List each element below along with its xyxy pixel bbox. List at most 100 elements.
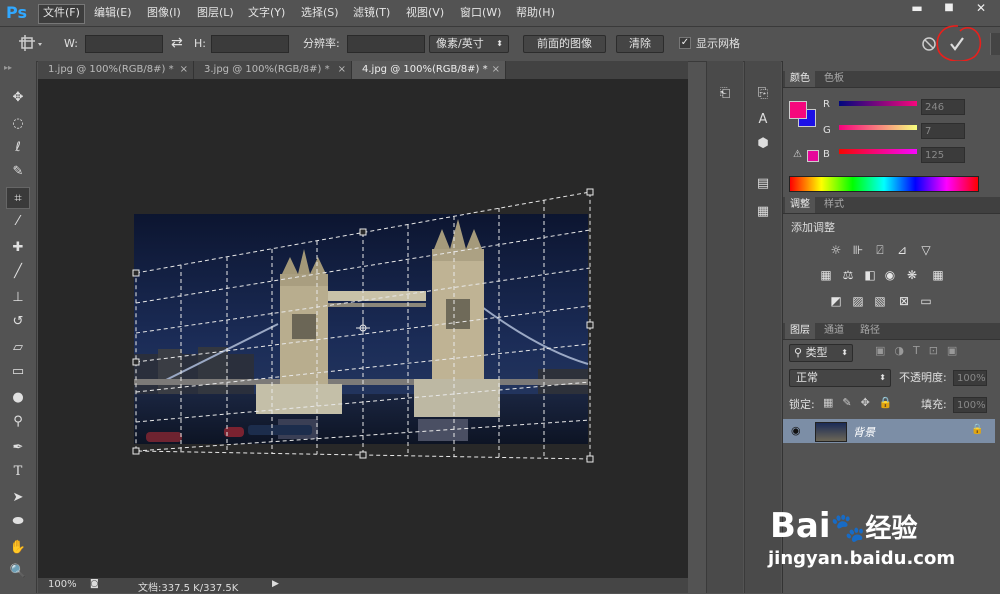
resolution-input[interactable]: [347, 35, 425, 53]
width-input[interactable]: [85, 35, 163, 53]
blend-mode-select[interactable]: 正常 ⬍: [789, 369, 891, 387]
menu-3[interactable]: 图层(L): [193, 4, 238, 22]
lock-icons[interactable]: ▦✎✥🔒: [823, 396, 902, 409]
blur-tool-icon[interactable]: ●: [6, 387, 30, 409]
opacity-input[interactable]: 100%: [953, 370, 987, 386]
exposure-icon[interactable]: ⊿: [895, 243, 909, 257]
ellipse-tool-icon[interactable]: ⬬: [6, 511, 30, 533]
menu-8[interactable]: 窗口(W): [456, 4, 505, 22]
menu-9[interactable]: 帮助(H): [512, 4, 559, 22]
fill-input[interactable]: 100%: [953, 397, 987, 413]
menu-2[interactable]: 图像(I): [143, 4, 185, 22]
gradient-tool-icon[interactable]: ▭: [6, 361, 30, 383]
dodge-tool-icon[interactable]: ⚲: [6, 411, 30, 433]
blue-value-input[interactable]: 125: [921, 147, 965, 163]
healing-brush-tool-icon[interactable]: ✚: [6, 237, 30, 259]
eyedropper-tool-icon[interactable]: ⁄: [6, 211, 30, 233]
selective-color-icon[interactable]: ⊠: [897, 294, 911, 308]
tab-paths[interactable]: 路径: [855, 323, 885, 339]
status-menu-icon[interactable]: ◙: [90, 579, 99, 589]
lasso-tool-icon[interactable]: ℓ: [6, 137, 30, 159]
curves-icon[interactable]: ⍁: [873, 243, 887, 257]
menu-0[interactable]: 文件(F): [38, 4, 85, 24]
tab-adjustments[interactable]: 调整: [785, 197, 815, 213]
minimize-button[interactable]: ▬: [906, 0, 928, 16]
character-panel-icon[interactable]: A: [753, 111, 773, 129]
collapse-toolbox-icon[interactable]: ▸▸: [4, 63, 12, 72]
front-image-button[interactable]: 前面的图像: [523, 35, 606, 53]
layer-row-background[interactable]: ◉ 背景 🔒: [783, 419, 995, 443]
out-of-gamut-warning-icon[interactable]: ⚠: [793, 149, 802, 160]
posterize-icon[interactable]: ▨: [851, 294, 865, 308]
layer-visibility-eye-icon[interactable]: ◉: [791, 424, 801, 437]
eraser-tool-icon[interactable]: ▱: [6, 337, 30, 359]
notes-panel-icon[interactable]: ▦: [753, 203, 773, 221]
path-selection-tool-icon[interactable]: ➤: [6, 487, 30, 509]
history-panel-icon[interactable]: ⎗: [715, 85, 735, 103]
properties-panel-icon[interactable]: ▤: [753, 175, 773, 193]
menu-5[interactable]: 选择(S): [297, 4, 343, 22]
tab-1-jpg[interactable]: 1.jpg @ 100%(RGB/8#) * ×: [38, 61, 194, 79]
close-window-button[interactable]: ✕: [970, 0, 992, 16]
layer-filter-select[interactable]: ⚲ 类型 ⬍: [789, 344, 853, 362]
close-tab-icon[interactable]: ×: [180, 61, 188, 79]
tab-swatches[interactable]: 色板: [819, 71, 849, 87]
invert-icon[interactable]: ◩: [829, 294, 843, 308]
color-balance-icon[interactable]: ⚖: [841, 268, 855, 282]
foreground-color-swatch[interactable]: [789, 101, 807, 119]
green-value-input[interactable]: 7: [921, 123, 965, 139]
show-grid-checkbox[interactable]: ✓: [679, 37, 691, 49]
close-tab-icon[interactable]: ×: [492, 61, 500, 79]
clone-stamp-tool-icon[interactable]: ⊥: [6, 287, 30, 309]
vibrance-icon[interactable]: ▽: [919, 243, 933, 257]
tab-layers[interactable]: 图层: [785, 323, 815, 339]
levels-icon[interactable]: ⊪: [851, 243, 865, 257]
type-tool-icon[interactable]: T: [6, 461, 30, 483]
threshold-icon[interactable]: ▧: [873, 294, 887, 308]
menu-4[interactable]: 文字(Y): [244, 4, 289, 22]
move-tool-icon[interactable]: ✥: [6, 87, 30, 109]
marquee-tool-icon[interactable]: ◌: [6, 113, 30, 135]
hand-tool-icon[interactable]: ✋: [6, 537, 30, 559]
green-slider[interactable]: [839, 125, 917, 130]
history-brush-tool-icon[interactable]: ↺: [6, 311, 30, 333]
tab-color[interactable]: 颜色: [785, 71, 815, 87]
pen-tool-icon[interactable]: ✒: [6, 437, 30, 459]
clear-button[interactable]: 清除: [616, 35, 664, 53]
blue-slider[interactable]: [839, 149, 917, 154]
red-slider[interactable]: [839, 101, 917, 106]
status-arrow-icon[interactable]: ▶: [272, 579, 279, 589]
tab-4-jpg[interactable]: 4.jpg @ 100%(RGB/8#) * ×: [352, 61, 506, 79]
workspace-switcher[interactable]: [990, 33, 1000, 55]
gamut-color-swatch[interactable]: [807, 150, 819, 162]
unit-select[interactable]: 像素/英寸 ⬍: [429, 35, 509, 53]
canvas-area[interactable]: [38, 79, 688, 578]
menu-1[interactable]: 编辑(E): [90, 4, 136, 22]
swap-icon[interactable]: ⇄: [171, 34, 183, 52]
tab-styles[interactable]: 样式: [819, 197, 849, 213]
quick-select-tool-icon[interactable]: ✎: [6, 161, 30, 183]
crop-tool-icon[interactable]: ⌗: [6, 187, 30, 209]
red-value-input[interactable]: 246: [921, 99, 965, 115]
channel-mixer-icon[interactable]: ❋: [905, 268, 919, 282]
zoom-level[interactable]: 100%: [48, 579, 77, 590]
crop-tool-preset-icon[interactable]: [18, 35, 46, 53]
menu-6[interactable]: 滤镜(T): [349, 4, 394, 22]
color-spectrum-bar[interactable]: [789, 176, 979, 192]
black-white-icon[interactable]: ◧: [863, 268, 877, 282]
tab-channels[interactable]: 通道: [819, 323, 849, 339]
color-lookup-icon[interactable]: ▦: [931, 268, 945, 282]
3d-panel-icon[interactable]: ⬢: [753, 135, 773, 153]
zoom-tool-icon[interactable]: 🔍: [6, 561, 30, 583]
gradient-map-icon[interactable]: ▭: [919, 294, 933, 308]
document-canvas[interactable]: [38, 79, 688, 578]
maximize-button[interactable]: ■: [938, 0, 960, 16]
tab-3-jpg[interactable]: 3.jpg @ 100%(RGB/8#) * ×: [194, 61, 352, 79]
brush-tool-icon[interactable]: ╱: [6, 261, 30, 283]
menu-7[interactable]: 视图(V): [402, 4, 448, 22]
brush-preset-icon[interactable]: ⎘: [753, 85, 773, 103]
hue-saturation-icon[interactable]: ▦: [819, 268, 833, 282]
layer-filter-icons[interactable]: ▣◑T⊡▣: [875, 344, 966, 357]
close-tab-icon[interactable]: ×: [338, 61, 346, 79]
brightness-icon[interactable]: ☼: [829, 243, 843, 257]
